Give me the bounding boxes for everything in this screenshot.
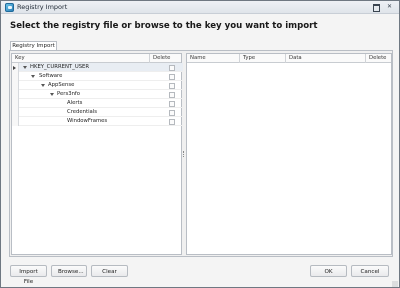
registry-values-grid[interactable]: Name Type Data Delete xyxy=(186,53,392,255)
expand-toggle-icon[interactable] xyxy=(31,75,35,78)
tree-row[interactable]: HKEY_CURRENT_USER xyxy=(12,63,183,72)
close-button[interactable]: ✕ xyxy=(385,3,394,11)
column-header-delete[interactable]: Delete xyxy=(150,54,183,63)
tree-row[interactable]: AppSense xyxy=(12,81,183,90)
row-indicator xyxy=(12,90,19,99)
row-indicator xyxy=(12,108,19,117)
delete-checkbox[interactable] xyxy=(169,118,175,125)
column-header-key[interactable]: Key xyxy=(12,54,150,63)
registry-import-icon xyxy=(5,3,14,12)
tree-node-label: Pers3nfo xyxy=(57,91,81,97)
current-row-arrow-icon xyxy=(13,66,16,70)
row-indicator xyxy=(12,81,19,90)
registry-key-tree[interactable]: Key Delete HKEY_CURRENT_USER Software Ap… xyxy=(11,53,183,255)
row-indicator xyxy=(12,72,19,81)
column-header-data[interactable]: Data xyxy=(286,54,366,63)
registry-import-window: Registry Import ✕ Select the registry fi… xyxy=(0,0,400,288)
ok-button[interactable]: OK xyxy=(310,265,347,277)
tree-header: Key Delete xyxy=(12,54,181,63)
tree-row[interactable]: Alerts xyxy=(12,99,183,108)
expand-toggle-icon[interactable] xyxy=(50,93,54,96)
row-indicator xyxy=(12,63,19,72)
window-title: Registry Import xyxy=(17,3,68,11)
tree-node-label: Credentials xyxy=(67,109,98,115)
import-file-button[interactable]: Import File xyxy=(10,265,47,285)
tree-node-label: Software xyxy=(39,73,63,79)
tree-node-label: WindowFrames xyxy=(67,118,108,124)
browse-button[interactable]: Browse... xyxy=(51,265,87,277)
tree-row[interactable]: Software xyxy=(12,72,183,81)
column-header-name[interactable]: Name xyxy=(187,54,240,63)
values-header: Name Type Data Delete xyxy=(187,54,391,63)
title-bar[interactable]: Registry Import ✕ xyxy=(1,1,399,14)
delete-checkbox[interactable] xyxy=(169,91,175,98)
delete-checkbox[interactable] xyxy=(169,109,175,116)
tree-row[interactable]: WindowFrames xyxy=(12,117,183,126)
delete-checkbox[interactable] xyxy=(169,73,175,80)
tree-node-label: AppSense xyxy=(48,82,75,88)
pane-splitter[interactable] xyxy=(183,151,185,157)
tree-node-label: HKEY_CURRENT_USER xyxy=(30,64,90,70)
delete-checkbox[interactable] xyxy=(169,82,175,89)
tree-row[interactable]: Pers3nfo xyxy=(12,90,183,99)
clear-button[interactable]: Clear xyxy=(91,265,128,277)
resize-grip-icon[interactable] xyxy=(392,281,398,287)
cancel-button[interactable]: Cancel xyxy=(351,265,389,277)
maximize-button[interactable] xyxy=(371,3,380,12)
column-header-type[interactable]: Type xyxy=(240,54,286,63)
tab-panel: Key Delete HKEY_CURRENT_USER Software Ap… xyxy=(9,50,393,257)
column-header-delete[interactable]: Delete xyxy=(366,54,393,63)
close-icon: ✕ xyxy=(386,3,393,10)
page-title: Select the registry file or browse to th… xyxy=(10,21,318,31)
delete-checkbox[interactable] xyxy=(169,100,175,107)
expand-toggle-icon[interactable] xyxy=(41,84,45,87)
tree-node-label: Alerts xyxy=(67,100,83,106)
tree-row[interactable]: Credentials xyxy=(12,108,183,117)
row-indicator xyxy=(12,117,19,126)
delete-checkbox[interactable] xyxy=(169,64,175,71)
expand-toggle-icon[interactable] xyxy=(23,66,27,69)
row-indicator xyxy=(12,99,19,108)
